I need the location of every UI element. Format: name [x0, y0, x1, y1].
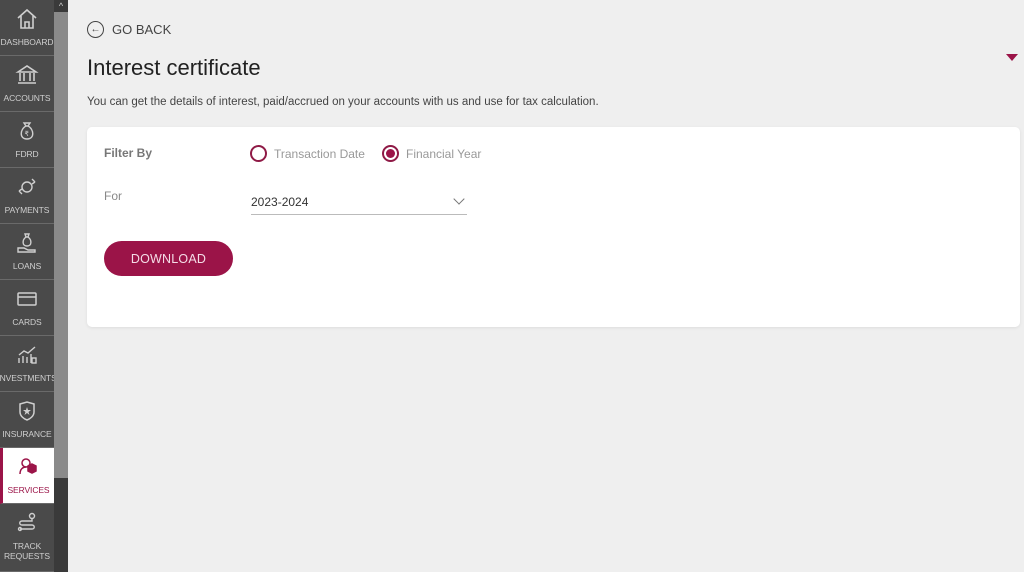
sidebar-item-payments[interactable]: PAYMENTS: [0, 168, 54, 224]
sidebar-item-label: TRACK REQUESTS: [4, 541, 50, 561]
filter-by-label: Filter By: [104, 146, 153, 160]
shield-icon: [14, 398, 40, 424]
svg-text:₹: ₹: [25, 130, 30, 138]
chevron-down-icon: [453, 192, 465, 205]
back-arrow-icon: ←: [87, 21, 104, 38]
sidebar-item-label: INVESTMENTS: [0, 373, 57, 383]
payments-icon: [14, 174, 40, 200]
sidebar-item-insurance[interactable]: INSURANCE: [0, 392, 54, 448]
radio-label: Transaction Date: [274, 146, 365, 161]
for-label: For: [104, 189, 122, 203]
sidebar-item-label: INSURANCE: [2, 429, 52, 439]
sidebar-item-services[interactable]: SERVICES: [0, 448, 54, 504]
sidebar-item-label: LOANS: [12, 261, 42, 271]
sidebar-item-loans[interactable]: LOANS: [0, 224, 54, 280]
sidebar-item-cards[interactable]: CARDS: [0, 280, 54, 336]
radio-financial-year[interactable]: Financial Year: [382, 145, 481, 162]
loan-icon: [14, 230, 40, 256]
sidebar-item-accounts[interactable]: ACCOUNTS: [0, 56, 54, 112]
selected-year: 2023-2024: [251, 194, 309, 209]
sidebar-item-label: SERVICES: [7, 485, 50, 495]
caret-down-icon[interactable]: [1006, 54, 1018, 61]
radio-label: Financial Year: [406, 146, 482, 161]
go-back-link[interactable]: ← GO BACK: [87, 21, 171, 38]
download-button[interactable]: DOWNLOAD: [104, 241, 233, 276]
sidebar-item-dashboard[interactable]: DASHBOARD: [0, 0, 54, 56]
sidebar-item-label: CARDS: [12, 317, 42, 327]
track-icon: [14, 510, 40, 536]
services-icon: [16, 454, 42, 480]
sidebar-scrollbar-thumb[interactable]: [54, 12, 68, 478]
card-icon: [14, 286, 40, 312]
filter-card: Filter By Transaction Date Financial Yea…: [87, 127, 1020, 327]
bank-icon: [14, 62, 40, 88]
investments-icon: [14, 342, 40, 368]
page-title: Interest certificate: [87, 55, 261, 80]
radio-checked-icon: [382, 145, 399, 162]
sidebar-item-label: PAYMENTS: [4, 205, 50, 215]
scroll-up-arrow-icon[interactable]: ^: [54, 0, 68, 12]
sidebar: DASHBOARD ACCOUNTS ₹ FDRD PAYMENTS LOANS…: [0, 0, 57, 572]
money-bag-icon: ₹: [14, 118, 40, 144]
financial-year-select[interactable]: 2023-2024: [251, 185, 467, 215]
sidebar-item-track-requests[interactable]: TRACK REQUESTS: [0, 504, 54, 572]
sidebar-item-investments[interactable]: INVESTMENTS: [0, 336, 57, 392]
page-subtitle: You can get the details of interest, pai…: [87, 96, 599, 108]
sidebar-item-label: FDRD: [15, 149, 39, 159]
radio-transaction-date[interactable]: Transaction Date: [250, 145, 365, 162]
radio-unchecked-icon: [250, 145, 267, 162]
sidebar-item-fdrd[interactable]: ₹ FDRD: [0, 112, 54, 168]
go-back-label: GO BACK: [112, 22, 172, 37]
home-icon: [14, 6, 40, 32]
sidebar-item-label: ACCOUNTS: [3, 93, 51, 103]
sidebar-item-label: DASHBOARD: [0, 37, 54, 47]
